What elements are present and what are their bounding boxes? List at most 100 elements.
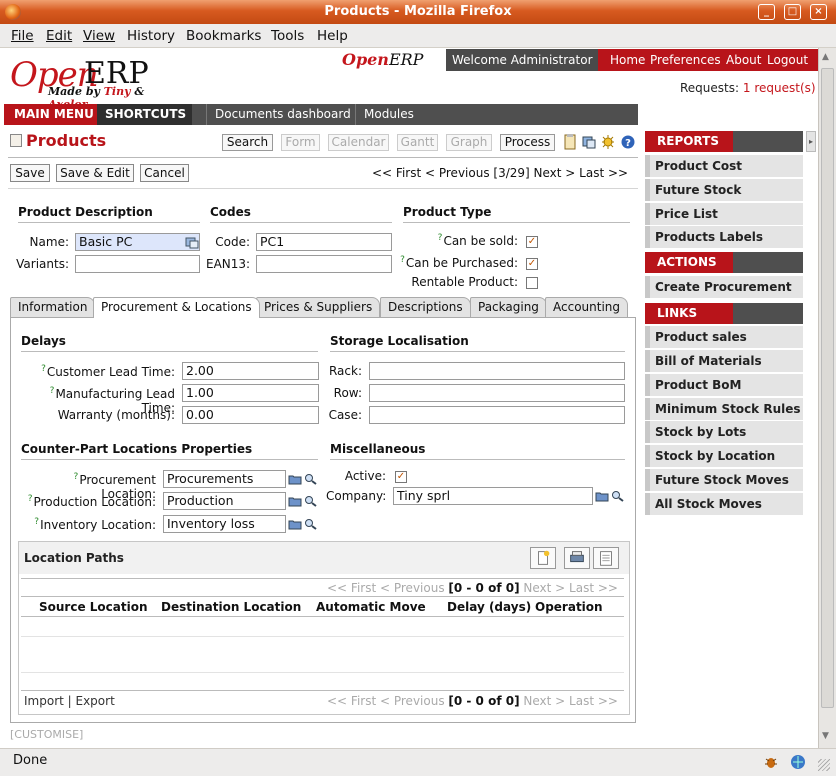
- sidebar-link-bill-of-materials[interactable]: Bill of Materials: [645, 350, 803, 372]
- can-be-sold-checkbox[interactable]: ✓: [526, 236, 538, 248]
- maximize-button[interactable]: □: [784, 4, 801, 20]
- open-folder-icon[interactable]: [288, 473, 302, 485]
- resize-grip[interactable]: [818, 759, 830, 771]
- sidebar-link-all-stock-moves[interactable]: All Stock Moves: [645, 493, 803, 515]
- calendar-view-button[interactable]: Calendar: [328, 134, 389, 151]
- menu-tools[interactable]: Tools: [271, 28, 304, 44]
- rack-field[interactable]: [369, 362, 625, 380]
- shortcut-modules[interactable]: Modules: [355, 104, 422, 125]
- debug-icon[interactable]: [601, 134, 615, 150]
- variants-field[interactable]: [75, 255, 200, 273]
- column-automatic-move[interactable]: Automatic Move: [316, 600, 426, 614]
- code-field[interactable]: PC1: [256, 233, 392, 251]
- firebug-icon[interactable]: [763, 754, 779, 770]
- small-openerp-logo: OpenERP: [342, 50, 424, 69]
- tab-procurement-locations[interactable]: Procurement & Locations: [93, 297, 260, 318]
- save-button[interactable]: Save: [10, 164, 50, 182]
- open-folder-icon[interactable]: [595, 490, 609, 502]
- search-icon[interactable]: [611, 490, 625, 502]
- customer-lead-field[interactable]: 2.00: [182, 362, 319, 380]
- case-field[interactable]: [369, 406, 625, 424]
- process-view-button[interactable]: Process: [500, 134, 555, 151]
- sidebar-report-product-cost-structure[interactable]: Product Cost Structure: [645, 155, 803, 195]
- menu-history[interactable]: History: [127, 28, 175, 44]
- column-operation[interactable]: Operation: [535, 600, 603, 614]
- minimize-button[interactable]: _: [758, 4, 775, 20]
- can-be-purchased-checkbox[interactable]: ✓: [526, 258, 538, 270]
- vertical-scrollbar[interactable]: ▲ ▼: [818, 48, 836, 748]
- cancel-button[interactable]: Cancel: [140, 164, 189, 182]
- menu-view[interactable]: View: [83, 28, 115, 44]
- tab-accounting[interactable]: Accounting: [545, 297, 629, 317]
- sidebar-link-minimum-stock-rules[interactable]: Minimum Stock Rules: [645, 398, 803, 420]
- sidebar-report-price-list[interactable]: Price List: [645, 203, 803, 225]
- rentable-label: Rentable Product:: [411, 275, 518, 289]
- column-source-location[interactable]: Source Location: [39, 600, 148, 614]
- shortcuts-tab[interactable]: SHORTCUTS: [97, 104, 192, 125]
- open-folder-icon[interactable]: [288, 495, 302, 507]
- main-menu-tab[interactable]: MAIN MENU: [4, 104, 97, 125]
- translate-field-icon[interactable]: [185, 237, 199, 249]
- tab-information[interactable]: Information: [10, 297, 96, 317]
- menu-bookmarks[interactable]: Bookmarks: [186, 28, 261, 44]
- sidebar-link-product-bom-structure[interactable]: Product BoM Structure: [645, 374, 803, 414]
- list-view-icon[interactable]: [593, 547, 619, 569]
- sidebar-link-product-sales[interactable]: Product sales: [645, 326, 803, 348]
- gantt-view-button[interactable]: Gantt: [397, 134, 438, 151]
- new-record-icon[interactable]: [530, 547, 556, 569]
- record-pager[interactable]: << First < Previous [3/29] Next > Last >…: [372, 166, 628, 180]
- tab-packaging[interactable]: Packaging: [470, 297, 547, 317]
- shortcut-documents-dashboard[interactable]: Documents dashboard: [206, 104, 359, 125]
- name-field[interactable]: Basic PC: [75, 233, 200, 251]
- customise-link[interactable]: [CUSTOMISE]: [10, 728, 83, 741]
- openerp-logo[interactable]: Open ERP Made by Tiny & Axelor: [10, 55, 185, 111]
- grid-pager-top[interactable]: << First < Previous [0 - 0 of 0] Next > …: [327, 581, 618, 595]
- about-link[interactable]: About: [726, 49, 761, 71]
- tab-prices-suppliers[interactable]: Prices & Suppliers: [256, 297, 381, 317]
- open-folder-icon[interactable]: [288, 518, 302, 530]
- import-export-links[interactable]: Import | Export: [24, 694, 115, 708]
- sidebar-actions-header: ACTIONS: [645, 252, 803, 273]
- menu-file[interactable]: File: [11, 28, 34, 44]
- column-delay-days[interactable]: Delay (days): [447, 600, 531, 614]
- sidebar-report-future-stock-forecast[interactable]: Future Stock Forecast: [645, 179, 803, 219]
- print-icon[interactable]: [564, 547, 590, 569]
- save-edit-button[interactable]: Save & Edit: [56, 164, 134, 182]
- sidebar-link-stock-by-lots[interactable]: Stock by Lots: [645, 421, 803, 443]
- sidebar-link-future-stock-moves[interactable]: Future Stock Moves: [645, 469, 803, 491]
- search-icon[interactable]: [304, 495, 318, 507]
- close-window-button[interactable]: ×: [810, 4, 827, 20]
- procurement-location-field[interactable]: Procurements: [163, 470, 286, 488]
- menu-help[interactable]: Help: [317, 28, 348, 44]
- rentable-checkbox[interactable]: [526, 277, 538, 289]
- sidebar-report-products-labels[interactable]: Products Labels: [645, 226, 803, 248]
- graph-view-button[interactable]: Graph: [446, 134, 492, 151]
- network-status-icon[interactable]: [790, 754, 806, 770]
- search-icon[interactable]: [304, 518, 318, 530]
- preferences-link[interactable]: Preferences: [650, 49, 721, 71]
- ean13-field[interactable]: [256, 255, 392, 273]
- active-checkbox[interactable]: ✓: [395, 471, 407, 483]
- column-destination-location[interactable]: Destination Location: [161, 600, 301, 614]
- sidebar-collapse-button[interactable]: ▸: [806, 131, 816, 152]
- tab-descriptions[interactable]: Descriptions: [380, 297, 471, 317]
- home-link[interactable]: Home: [610, 49, 645, 71]
- sidebar-action-create-procurement[interactable]: Create Procurement: [645, 276, 803, 298]
- form-view-button[interactable]: Form: [281, 134, 320, 151]
- help-icon[interactable]: ?: [621, 134, 635, 150]
- row-field[interactable]: [369, 384, 625, 402]
- requests-link[interactable]: 1 request(s): [743, 81, 816, 95]
- attachment-icon[interactable]: [563, 134, 577, 150]
- logout-link[interactable]: Logout: [767, 49, 808, 71]
- inventory-location-field[interactable]: Inventory loss: [163, 515, 286, 533]
- production-location-field[interactable]: Production: [163, 492, 286, 510]
- menu-edit[interactable]: Edit: [46, 28, 72, 44]
- grid-pager-bottom[interactable]: << First < Previous [0 - 0 of 0] Next > …: [327, 694, 618, 708]
- search-view-button[interactable]: Search: [222, 134, 273, 151]
- company-field[interactable]: Tiny sprl: [393, 487, 593, 505]
- sidebar-link-stock-by-location[interactable]: Stock by Location: [645, 445, 803, 467]
- manufacturing-lead-field[interactable]: 1.00: [182, 384, 319, 402]
- warranty-field[interactable]: 0.00: [182, 406, 319, 424]
- search-icon[interactable]: [304, 473, 318, 485]
- translate-icon[interactable]: [582, 134, 596, 150]
